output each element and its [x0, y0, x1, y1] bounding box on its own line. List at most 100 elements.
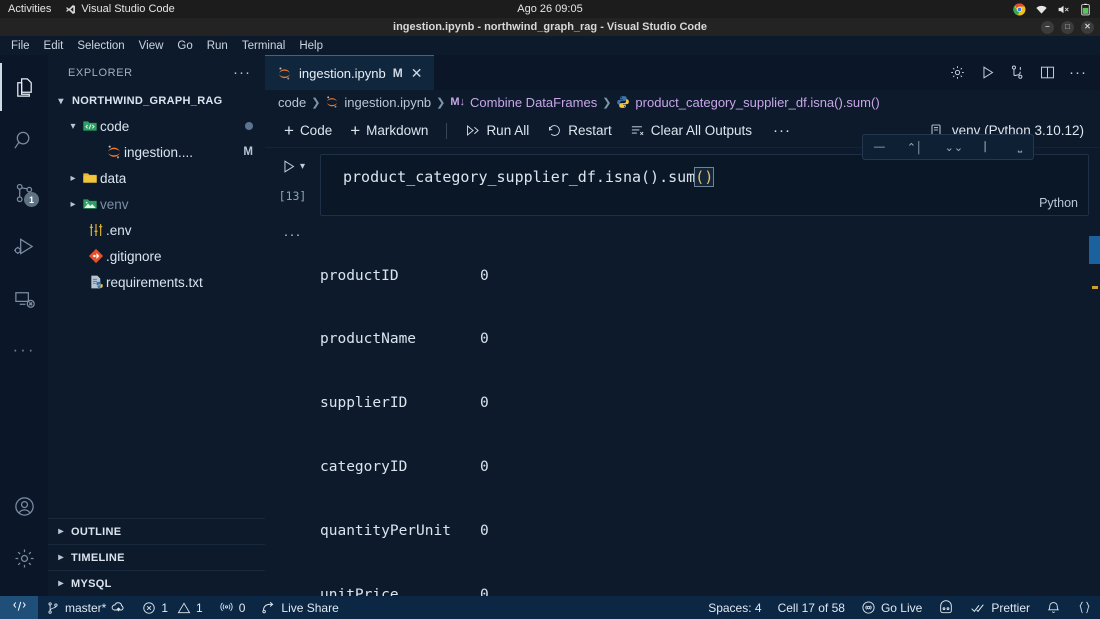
- editor-more-actions-icon[interactable]: ···: [1069, 64, 1087, 81]
- gear-icon[interactable]: [949, 64, 966, 81]
- status-branch-label: master*: [65, 600, 107, 615]
- tree-item-requirements-txt[interactable]: requirements.txt: [48, 269, 265, 295]
- error-icon: [142, 601, 156, 615]
- status-spaces-label: Spaces: 4: [708, 600, 762, 615]
- menu-terminal[interactable]: Terminal: [236, 39, 291, 53]
- tree-item-ingestion-ipynb[interactable]: ingestion.... M: [48, 139, 265, 165]
- split-editor-icon[interactable]: [1039, 64, 1056, 81]
- activity-bar-bottom: [0, 482, 48, 596]
- volume-muted-icon[interactable]: [1057, 3, 1070, 16]
- window-controls: – □ ✕: [1041, 18, 1094, 36]
- add-markdown-cell-button[interactable]: + Markdown: [343, 119, 435, 143]
- cell-editor[interactable]: product_category_supplier_df.isna().sum(…: [320, 154, 1089, 216]
- chevron-right-icon: ❯: [311, 96, 321, 109]
- menu-run[interactable]: Run: [201, 39, 234, 53]
- vscode-icon: [65, 4, 76, 15]
- notebook-more-actions[interactable]: ···: [763, 120, 798, 141]
- activity-bar-more[interactable]: ···: [0, 328, 48, 372]
- panel-mysql[interactable]: ▸ MYSQL: [48, 570, 265, 596]
- status-live-share-session[interactable]: [930, 596, 962, 619]
- activity-item-remote-explorer[interactable]: [0, 275, 48, 323]
- chevron-down-icon: ▾: [70, 120, 76, 132]
- split-cell-icon[interactable]: ⎸: [985, 141, 996, 154]
- chrome-icon[interactable]: [1013, 3, 1026, 16]
- status-branch[interactable]: master*: [38, 596, 134, 619]
- source-control-badge: 1: [24, 192, 39, 207]
- activity-bar: 1 ···: [0, 55, 48, 596]
- tree-item-env-file[interactable]: .env: [48, 217, 265, 243]
- run-all-button[interactable]: Run All: [458, 121, 536, 140]
- output-row: productName 0: [320, 329, 489, 350]
- activity-item-search[interactable]: [0, 116, 48, 164]
- add-code-cell-button[interactable]: + Code: [277, 119, 339, 143]
- breadcrumb-item-python-symbol[interactable]: product_category_supplier_df.isna().sum(…: [616, 94, 880, 110]
- output-more-actions[interactable]: ···: [265, 223, 320, 596]
- status-notifications[interactable]: [1038, 596, 1069, 619]
- chevron-down-icon[interactable]: ▾: [300, 161, 305, 172]
- minimize-button[interactable]: –: [1041, 20, 1054, 34]
- git-icon: [86, 248, 106, 264]
- cell-language-label[interactable]: Python: [1039, 196, 1078, 210]
- code-text: product_category_supplier_df.isna().sum: [343, 168, 696, 186]
- scrollbar-thumb[interactable]: [1089, 236, 1100, 264]
- activities-button[interactable]: Activities: [8, 3, 51, 15]
- activity-item-accounts[interactable]: [0, 482, 48, 530]
- move-up-icon[interactable]: ⌃│: [907, 141, 923, 154]
- tree-item-venv[interactable]: ▸ venv: [48, 191, 265, 217]
- tab-close-icon[interactable]: ✕: [410, 66, 424, 80]
- menu-selection[interactable]: Selection: [71, 39, 130, 53]
- output-key: productID: [320, 267, 399, 284]
- activity-item-settings[interactable]: [0, 534, 48, 582]
- tab-modified-badge: M: [392, 66, 403, 80]
- collapse-icon[interactable]: —: [874, 141, 885, 153]
- menu-edit[interactable]: Edit: [38, 39, 70, 53]
- panel-timeline[interactable]: ▸ TIMELINE: [48, 544, 265, 570]
- status-live-share[interactable]: Live Share: [253, 596, 346, 619]
- menu-view[interactable]: View: [133, 39, 170, 53]
- breadcrumb-item-markdown-section[interactable]: M↓ Combine DataFrames: [450, 95, 597, 110]
- breadcrumb-item-file[interactable]: ingestion.ipynb: [325, 95, 431, 110]
- move-down-icon[interactable]: ⌄⌄: [945, 141, 963, 154]
- status-problems[interactable]: 1 1: [134, 596, 210, 619]
- run-cell-icon[interactable]: [280, 158, 297, 175]
- wifi-icon[interactable]: [1035, 3, 1048, 16]
- menu-go[interactable]: Go: [171, 39, 198, 53]
- restart-icon: [547, 123, 562, 138]
- sidebar-more-actions[interactable]: ···: [233, 64, 251, 81]
- explorer-root-folder[interactable]: ▾ NORTHWIND_GRAPH_RAG: [48, 90, 265, 112]
- breadcrumb: code ❯ ingestion.ipynb ❯ M↓ Combine Data…: [265, 90, 1100, 114]
- breadcrumb-item-code[interactable]: code: [278, 95, 306, 110]
- status-prettier[interactable]: Prettier: [962, 596, 1038, 619]
- status-braces[interactable]: [1069, 596, 1100, 619]
- status-remote-indicator[interactable]: [0, 596, 38, 619]
- editor-scrollbar[interactable]: [1089, 148, 1100, 596]
- status-go-live[interactable]: Go Live: [853, 596, 930, 619]
- tree-item-label: data: [100, 170, 127, 186]
- delete-cell-icon[interactable]: ⎵: [1018, 141, 1022, 154]
- panel-outline[interactable]: ▸ OUTLINE: [48, 518, 265, 544]
- tree-item-gitignore[interactable]: .gitignore: [48, 243, 265, 269]
- tree-item-code[interactable]: ▾ code: [48, 113, 265, 139]
- restart-kernel-button[interactable]: Restart: [540, 121, 619, 140]
- battery-icon[interactable]: [1079, 3, 1092, 16]
- tree-item-data[interactable]: ▸ data: [48, 165, 265, 191]
- tab-ingestion-ipynb[interactable]: ingestion.ipynb M ✕: [265, 55, 435, 90]
- cell-hover-toolbar[interactable]: — ⌃│ ⌄⌄ ⎸ ⎵: [862, 134, 1034, 160]
- status-spaces[interactable]: Spaces: 4: [700, 596, 769, 619]
- status-prettier-label: Prettier: [991, 600, 1030, 615]
- activity-item-explorer[interactable]: [0, 63, 48, 111]
- maximize-button[interactable]: □: [1061, 20, 1074, 34]
- diff-icon[interactable]: [1009, 64, 1026, 81]
- close-button[interactable]: ✕: [1081, 20, 1094, 34]
- activity-item-run-and-debug[interactable]: [0, 222, 48, 270]
- breadcrumb-label: product_category_supplier_df.isna().sum(…: [635, 94, 880, 110]
- sync-icon[interactable]: [111, 600, 126, 615]
- menu-file[interactable]: File: [5, 39, 36, 53]
- activity-item-source-control[interactable]: 1: [0, 169, 48, 217]
- menu-help[interactable]: Help: [293, 39, 329, 53]
- clear-all-outputs-button[interactable]: Clear All Outputs: [623, 121, 759, 140]
- desktop-active-app[interactable]: Visual Studio Code: [65, 3, 175, 15]
- status-cell-position[interactable]: Cell 17 of 58: [770, 596, 853, 619]
- status-ports[interactable]: 0: [211, 596, 254, 619]
- run-icon[interactable]: [979, 64, 996, 81]
